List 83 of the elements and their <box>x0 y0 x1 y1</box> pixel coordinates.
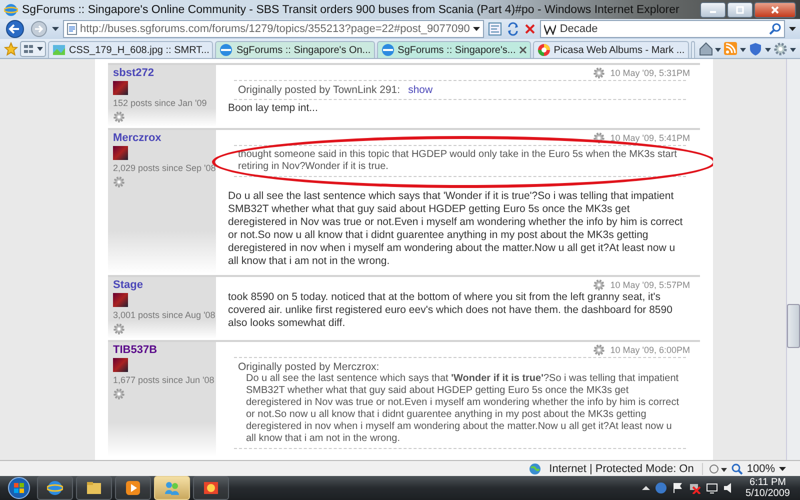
stop-icon[interactable] <box>524 23 536 35</box>
quote-attribution: Originally posted by TownLink 291: <box>238 84 400 96</box>
avatar-photo-placeholder <box>113 358 128 372</box>
gear-icon[interactable] <box>113 176 125 188</box>
search-field[interactable]: Decade <box>540 20 785 38</box>
shield-icon[interactable] <box>749 42 771 56</box>
zoom-icon[interactable] <box>730 462 743 474</box>
taskbar-app-button[interactable] <box>76 476 112 500</box>
browser-tab[interactable]: Picasa Web Albums - Mark ... <box>532 41 689 58</box>
folder-icon <box>86 480 102 496</box>
security-zone-label: Internet | Protected Mode: On <box>549 462 694 474</box>
gear-icon[interactable] <box>113 111 125 123</box>
browser-tab[interactable]: SgForums :: Singapore's... <box>376 41 531 58</box>
picasa-logo-icon <box>536 43 551 57</box>
post-timestamp: 10 May '09, 5:57PM <box>610 280 690 290</box>
gear-icon[interactable] <box>593 67 606 79</box>
post-count: 3,001 posts since Aug '08 <box>113 309 216 321</box>
username[interactable]: Stage <box>113 279 143 291</box>
post-text: Boon lay temp int... <box>228 102 319 115</box>
maximize-icon <box>736 6 744 14</box>
minimize-button[interactable] <box>700 2 726 18</box>
back-button[interactable] <box>4 20 26 38</box>
compatibility-view-icon[interactable] <box>488 22 502 36</box>
app-icon <box>203 480 219 496</box>
image-icon <box>52 43 66 57</box>
page-icon <box>67 23 77 35</box>
quote-text: thought someone said in this topic that HGDEP would only take in the Euro 5s when the MK3s start retiring in Nov?Wonder if it is true. <box>238 149 678 173</box>
post-count: 1,677 posts since Jun '08 <box>113 374 214 386</box>
clock[interactable]: 6:11 PM 5/10/2009 <box>740 477 796 499</box>
post-timestamp: 10 May '09, 5:41PM <box>610 133 690 143</box>
scrollbar-thumb[interactable] <box>787 304 800 348</box>
caret-icon[interactable] <box>472 26 480 32</box>
popup-blocker-icon[interactable] <box>708 462 727 474</box>
rss-feed-icon[interactable] <box>724 42 746 56</box>
avatar-photo-placeholder <box>113 293 128 307</box>
zoom-level[interactable]: 100% <box>746 462 775 474</box>
quote-attribution: Originally posted by Merczrox: <box>238 361 380 373</box>
close-icon[interactable] <box>518 46 527 54</box>
maximize-button[interactable] <box>727 2 753 18</box>
address-field[interactable]: http://buses.sgforums.com/forums/1279/topics/355213?page=22#post_9077090 <box>63 20 484 38</box>
settings-icon[interactable] <box>774 42 796 56</box>
quick-tabs-icon[interactable] <box>20 40 46 56</box>
tray-arrow-icon[interactable] <box>642 484 650 492</box>
favorites-star-icon[interactable] <box>4 42 18 56</box>
media-player-icon <box>125 480 141 496</box>
gear-icon[interactable] <box>113 323 125 335</box>
username[interactable]: TIB537B <box>113 344 158 356</box>
post-timestamp: 10 May '09, 6:00PM <box>610 345 690 355</box>
taskbar-app-button[interactable] <box>193 476 229 500</box>
show-quote-link[interactable]: show <box>408 84 433 96</box>
username[interactable]: Merczrox <box>113 132 162 144</box>
username[interactable]: sbst272 <box>113 67 154 79</box>
window-title: SgForums :: Singapore's Online Community - SBS Transit orders 900 buses from Scania (Part 4)#po - Windows Internet Explorer <box>22 4 680 16</box>
flag-icon[interactable] <box>672 482 684 494</box>
post-count: 2,029 posts since Sep '08 <box>113 162 216 174</box>
close-button[interactable] <box>754 2 796 18</box>
avatar-photo-placeholder <box>113 146 128 160</box>
avatar-photo-placeholder <box>113 81 128 95</box>
browser-tab[interactable]: SgForums :: Singapore's On... <box>215 41 375 58</box>
messenger-people-icon <box>164 480 180 496</box>
gear-icon[interactable] <box>593 344 606 356</box>
caret-icon[interactable] <box>779 466 786 472</box>
caret-icon[interactable] <box>52 26 59 32</box>
taskbar-app-button[interactable] <box>37 476 73 500</box>
post-timestamp: 10 May '09, 5:31PM <box>610 68 690 78</box>
close-icon <box>771 6 779 14</box>
caret-icon[interactable] <box>789 26 796 32</box>
home-icon[interactable] <box>699 42 721 56</box>
search-icon[interactable] <box>769 23 781 35</box>
gear-icon[interactable] <box>593 132 606 144</box>
network-icon[interactable] <box>688 482 700 494</box>
wikipedia-w-icon <box>544 23 556 35</box>
gear-icon[interactable] <box>113 388 125 400</box>
post-text: Do u all see the last sentence which says that 'Wonder if it is true'?So i was telling that impatient SMB32T whether what that guy said about HGDEP getting Euro 5s once the MK3s get deregistered in Nov was true or not.Even i myself am wondering whether the info by him is correct or not.So now u all know that i didnt guarentee anything in my post about the MK3s getting deregistered in nov when i myself am wondering about the matter.Now u all get it?At least now u all know that i am not in the wrong. <box>228 190 684 268</box>
gear-icon[interactable] <box>593 279 606 291</box>
monitor-icon[interactable] <box>706 482 718 494</box>
post-count: 152 posts since Jan '09 <box>113 97 207 109</box>
refresh-icon[interactable] <box>506 22 520 36</box>
scrollbar[interactable] <box>786 59 800 460</box>
post-text: took 8590 on 5 today. noticed that at the bottom of where you sit from the left granny seat, it's covered air. unlike first registered euro eev's which does not have them. the dashboard for 8590 also looks somewhat diff. <box>228 291 674 330</box>
quote-text: Do u all see the last sentence which says that 'Wonder if it is true'?So i was telling that impatient SMB32T whether what that guy said about HGDEP getting Euro 5s once the MK3s get deregistered in Nov was true or not.Even i myself am wondering whether the info by him is correct or not.So now u all know that i didnt guarentee anything in my post about the MK3s getting deregistered in nov when i myself am wondering about the matter.Now u all get it?At least now u all know that i am not in the wrong. <box>245 373 680 445</box>
browser-tab[interactable]: CSS_179_H_608.jpg :: SMRT... <box>48 41 214 58</box>
taskbar-app-button[interactable] <box>115 476 151 500</box>
